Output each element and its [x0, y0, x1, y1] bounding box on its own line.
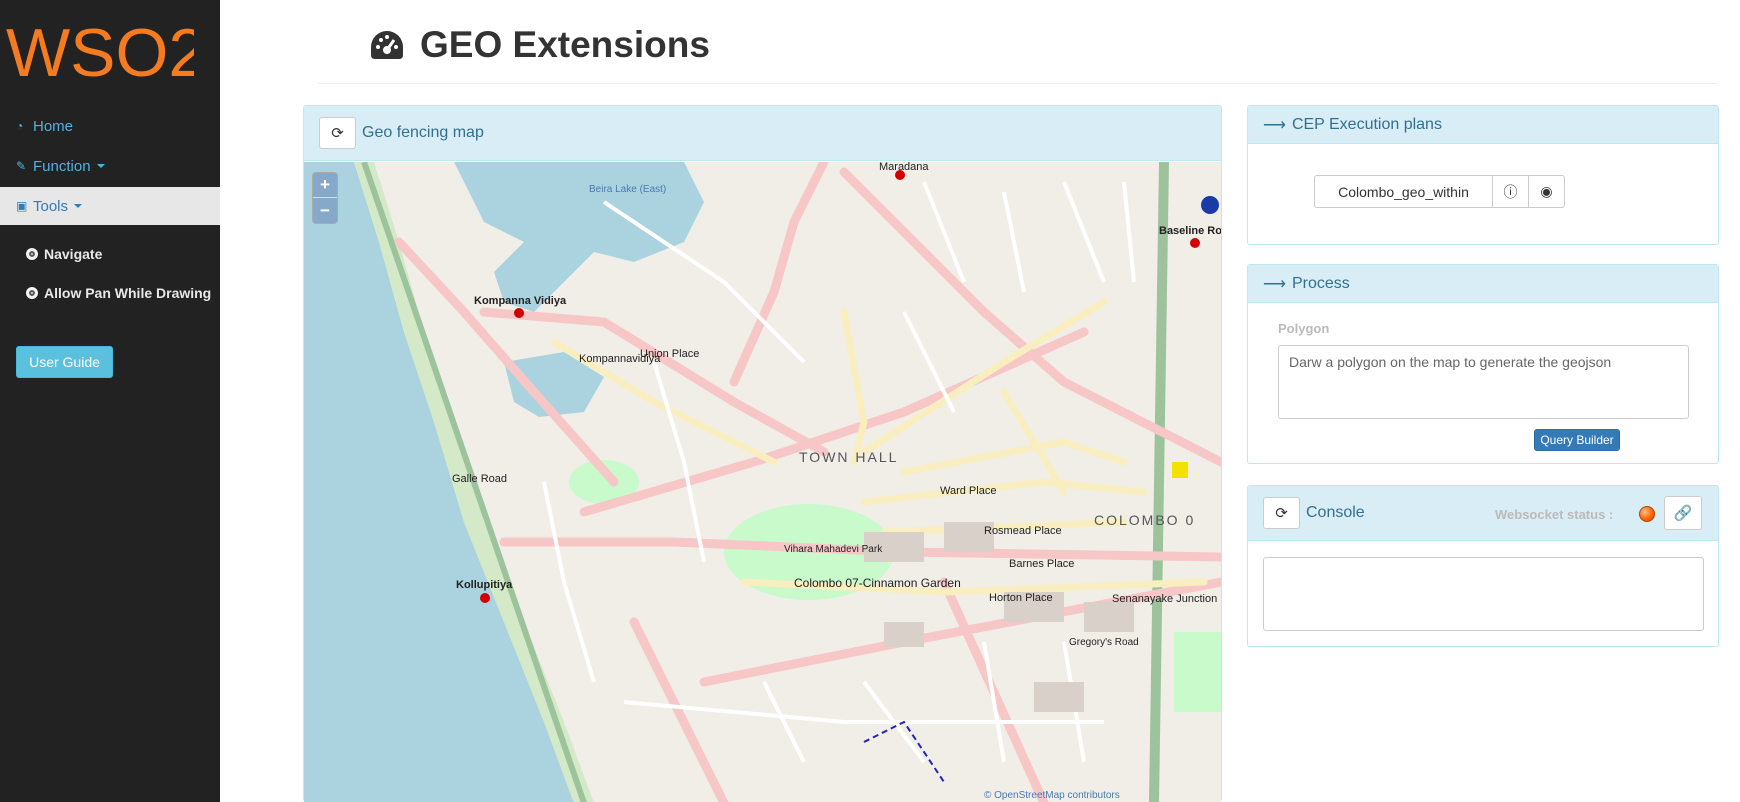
map-label: Beira Lake (East) — [589, 184, 666, 195]
tool-label: Navigate — [44, 246, 103, 262]
panel-heading: ⟶ CEP Execution plans — [1248, 106, 1718, 144]
dashboard-icon: ◔ — [16, 119, 24, 133]
map-label: Horton Place — [989, 592, 1053, 604]
sidebar-item-label: Function — [33, 157, 91, 175]
websocket-status-label: Websocket status : — [1495, 507, 1614, 522]
map-label: Ward Place — [940, 485, 996, 497]
zoom-control: + − — [312, 172, 338, 224]
plan-stop-button[interactable]: ◉ — [1529, 175, 1565, 208]
pencil-icon: ✎ — [16, 159, 27, 173]
dashboard-icon — [371, 31, 403, 59]
svg-text:WSO2: WSO2 — [6, 15, 194, 91]
page-title: GEO Extensions — [420, 24, 710, 65]
radio-icon[interactable] — [26, 287, 38, 299]
wso2-logo[interactable]: WSO2 — [4, 10, 194, 100]
process-panel: ⟶ Process Polygon Darw a polygon on the … — [1247, 264, 1719, 464]
arrow-right-icon: ⟶ — [1263, 116, 1286, 134]
user-guide-button[interactable]: User Guide — [16, 346, 113, 378]
refresh-map-button[interactable]: ⟳ — [319, 117, 356, 149]
info-icon: ⓘ — [1503, 183, 1518, 200]
polygon-label: Polygon — [1278, 321, 1330, 336]
tool-navigate[interactable]: Navigate — [26, 243, 102, 265]
chevron-down-icon — [74, 204, 83, 208]
panel-title: CEP Execution plans — [1291, 115, 1442, 133]
map-label: COLOMBO 0 — [1094, 512, 1195, 528]
refresh-console-button[interactable]: ⟳ — [1263, 497, 1300, 529]
map-tiles[interactable]: Maradana Kompanna Vidiya Kollupitiya Bas… — [304, 162, 1221, 802]
sidebar-item-function[interactable]: ✎ Function — [0, 147, 220, 185]
map-canvas[interactable]: Maradana Kompanna Vidiya Kollupitiya Bas… — [304, 162, 1221, 802]
bicycle-marker — [1172, 462, 1188, 478]
sidebar-item-home[interactable]: ◔ Home — [0, 107, 220, 145]
tool-allow-pan[interactable]: Allow Pan While Drawing — [26, 282, 211, 304]
map-label: Maradana — [879, 162, 929, 173]
sidebar-item-tools[interactable]: ▣ Tools — [0, 187, 220, 225]
refresh-icon: ⟳ — [1275, 505, 1288, 522]
map-marker[interactable] — [1190, 238, 1200, 248]
chevron-down-icon — [96, 164, 105, 168]
hospital-marker — [1201, 196, 1219, 214]
stop-circle-icon: ◉ — [1540, 183, 1553, 199]
map-label: Kompannavidiya — [579, 353, 661, 365]
map-label: Senanayake Junction — [1112, 593, 1217, 605]
polygon-textarea[interactable]: Darw a polygon on the map to generate th… — [1278, 345, 1689, 419]
map-marker[interactable] — [480, 593, 490, 603]
panel-heading: ⟳ Geo fencing map — [304, 106, 1221, 161]
map-label: Barnes Place — [1009, 558, 1074, 570]
geo-fencing-map-panel: ⟳ Geo fencing map Maradana Kompanna Vidi… — [303, 105, 1222, 802]
websocket-status-indicator — [1639, 506, 1655, 522]
plan-button-group: Colombo_geo_within ⓘ ◉ — [1314, 175, 1565, 208]
refresh-icon: ⟳ — [331, 125, 344, 142]
panel-heading: ⟳ Console Websocket status : 🔗 — [1248, 486, 1718, 541]
plan-info-button[interactable]: ⓘ — [1493, 175, 1529, 208]
sidebar-item-label: Tools — [33, 197, 69, 215]
link-icon: 🔗 — [1673, 505, 1693, 522]
zoom-in-button[interactable]: + — [313, 173, 337, 198]
page-header: GEO Extensions — [320, 20, 710, 70]
cep-execution-plans-panel: ⟶ CEP Execution plans Colombo_geo_within… — [1247, 105, 1719, 245]
sidebar: WSO2 ◔ Home ✎ Function ▣ Tools Navigate … — [0, 0, 220, 802]
sidebar-item-label: Home — [33, 117, 74, 135]
console-output[interactable] — [1263, 557, 1704, 631]
panel-title: Process — [1291, 274, 1350, 292]
caret-square-icon: ▣ — [16, 199, 28, 213]
radio-icon[interactable] — [26, 248, 38, 260]
panel-title: Console — [1306, 504, 1365, 521]
map-attribution[interactable]: © OpenStreetMap contributors — [984, 790, 1120, 801]
map-label: Kollupitiya — [456, 579, 513, 591]
arrow-right-icon: ⟶ — [1263, 275, 1286, 293]
map-label: Gregory's Road — [1069, 637, 1139, 648]
divider — [318, 83, 1718, 84]
map-label: Baseline Road — [1159, 225, 1221, 237]
panel-title: Geo fencing map — [362, 124, 484, 141]
map-label: Rosmead Place — [984, 525, 1062, 537]
map-label: Vihara Mahadevi Park — [784, 544, 883, 555]
panel-heading: ⟶ Process — [1248, 265, 1718, 303]
map-label: Colombo 07-Cinnamon Garden — [794, 576, 961, 590]
connect-websocket-button[interactable]: 🔗 — [1664, 496, 1702, 530]
plan-name-button[interactable]: Colombo_geo_within — [1314, 175, 1493, 208]
map-label: TOWN HALL — [799, 449, 898, 465]
map-label: Kompanna Vidiya — [474, 295, 567, 307]
console-panel: ⟳ Console Websocket status : 🔗 — [1247, 485, 1719, 647]
zoom-out-button[interactable]: − — [313, 198, 337, 223]
query-builder-button[interactable]: Query Builder — [1534, 429, 1620, 451]
map-marker[interactable] — [514, 308, 524, 318]
tool-label: Allow Pan While Drawing — [44, 285, 212, 301]
map-label: Galle Road — [452, 473, 507, 485]
